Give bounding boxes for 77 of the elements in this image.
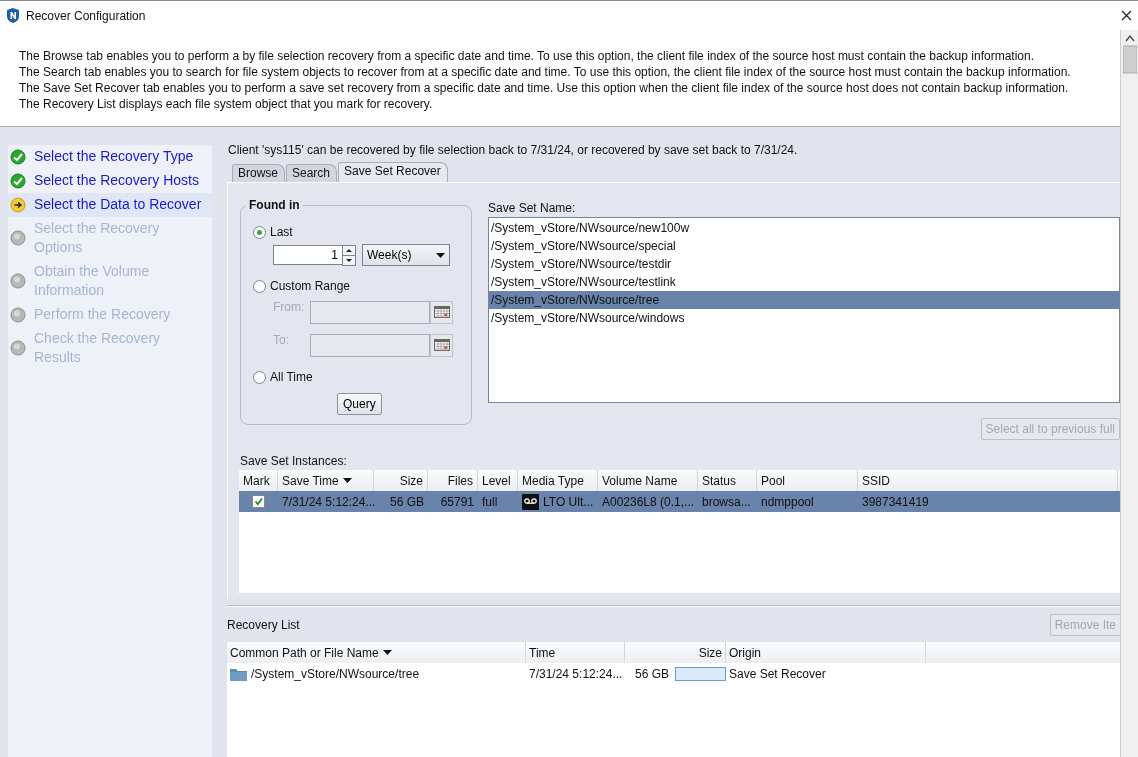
wizard-step[interactable]: Select the Recovery Type [8, 145, 212, 169]
radio-label: Custom Range [270, 279, 351, 293]
radio-label: Last [270, 225, 293, 239]
description-text: The Recovery List displays each file system object that you mark for recovery. [19, 96, 434, 112]
circle-icon [10, 306, 26, 323]
group-title: Found in [248, 198, 301, 212]
list-item[interactable]: /System_vStore/NWsource/tree [489, 291, 1119, 309]
section-title: Recovery List [227, 618, 300, 632]
step-label: Obtain the Volume Information [34, 262, 151, 300]
field-label: To: [273, 333, 290, 347]
step-label: Select the Recovery Hosts [34, 171, 199, 190]
radio-label: All Time [270, 370, 313, 384]
circle-icon [10, 340, 26, 356]
description-text: The Search tab enables you to search for file system objects to recover from at a specific date and time. To use this option, the client file index of the source host must contain the backup information. [19, 64, 1072, 80]
description-text: The Save Set Recover tab enables you to perform a save set recovery from a specific date and time. Use this option when the client file index of the source host does not contain backup information. [19, 80, 1070, 96]
table-cell: 3987341419 [862, 494, 929, 509]
calendar-button[interactable] [430, 333, 453, 357]
table-cell: LTO Ult... [543, 494, 594, 509]
column-header[interactable]: Common Path or File Name [227, 642, 526, 663]
size-bar [675, 666, 726, 681]
checkbox[interactable] [252, 495, 265, 508]
radio-button[interactable] [253, 370, 266, 384]
field-label: From: [273, 300, 306, 314]
number-field[interactable]: 1 [273, 245, 343, 265]
window-title: Recover Configuration [26, 8, 147, 23]
calendar-icon [433, 339, 450, 351]
table-cell: full [482, 494, 498, 509]
step-label: Select the Recovery Options [34, 219, 161, 257]
step-label: Perform the Recovery [34, 305, 171, 324]
list-item[interactable]: /System_vStore/NWsource/new100w [489, 219, 1119, 237]
table-row[interactable]: 7/31/24 5:12:24... 56 GB 65791 full LTO Ult... A00236L8 (0.1,... browsa... ndmppool 3987341419 [239, 491, 1120, 512]
table-label: Save Set Instances: [240, 454, 348, 468]
check-circle-icon [10, 172, 26, 189]
radio-button[interactable] [253, 225, 266, 239]
table-cell: ndmppool [761, 494, 814, 509]
table-cell: 56 GB [634, 666, 669, 681]
list-item[interactable]: /System_vStore/NWsource/testlink [489, 273, 1119, 291]
tab[interactable]: Save Set Recover [338, 162, 448, 182]
wizard-step[interactable]: Select the Recovery Hosts [8, 169, 212, 193]
query-button[interactable]: Query [337, 393, 382, 415]
calendar-button[interactable] [430, 300, 453, 324]
step-label: Check the Recovery Results [34, 329, 162, 367]
tab[interactable]: Browse [232, 164, 285, 182]
client-message: Client 'sys115' can be recovered by file selection back to 7/31/24, or recovered by save set back to 7/31/24. [227, 142, 799, 159]
arrow-circle-icon [10, 196, 26, 213]
table-cell: A00236L8 (0.1,... [602, 494, 695, 509]
step-label: Select the Recovery Type [34, 147, 194, 166]
description-text: The Browse tab enables you to perform a by file selection recovery from a specific date and time. To use this option, the client file index of the source host must contain the backup information. [19, 48, 1035, 64]
close-icon[interactable] [1121, 10, 1132, 21]
table-cell: 65791 [440, 494, 474, 509]
shield-logo-icon [6, 8, 20, 23]
list-item[interactable]: /System_vStore/NWsource/testdir [489, 255, 1119, 273]
folder-icon [230, 666, 247, 681]
table-cell: 7/31/24 5:12:24... [282, 494, 376, 509]
calendar-icon [433, 306, 450, 318]
table-cell: 56 GB [389, 494, 424, 509]
column-header[interactable]: Time [526, 642, 625, 663]
circle-icon [10, 230, 26, 246]
list-label: Save Set Name: [488, 201, 577, 215]
table-cell: 7/31/24 5:12:24... [529, 666, 623, 681]
tab[interactable]: Search [286, 164, 338, 182]
list-item[interactable]: /System_vStore/NWsource/special [489, 237, 1119, 255]
check-circle-icon [10, 148, 26, 165]
table-cell: browsa... [702, 494, 751, 509]
checkmark-icon [254, 497, 263, 506]
step-label: Select the Data to Recover [34, 195, 202, 214]
unit-dropdown[interactable]: Week(s) [362, 244, 450, 266]
column-header[interactable]: Origin [726, 642, 926, 663]
radio-button[interactable] [253, 279, 266, 293]
column-header[interactable]: Size [625, 642, 726, 663]
circle-icon [10, 273, 26, 289]
list-item[interactable]: /System_vStore/NWsource/windows [489, 309, 1119, 327]
wizard-step[interactable]: Select the Data to Recover [8, 193, 212, 217]
table-cell: Save Set Recover [729, 666, 826, 681]
table-cell: /System_vStore/NWsource/tree [251, 666, 420, 681]
caret-icon [436, 252, 445, 258]
tape-icon [522, 493, 539, 510]
